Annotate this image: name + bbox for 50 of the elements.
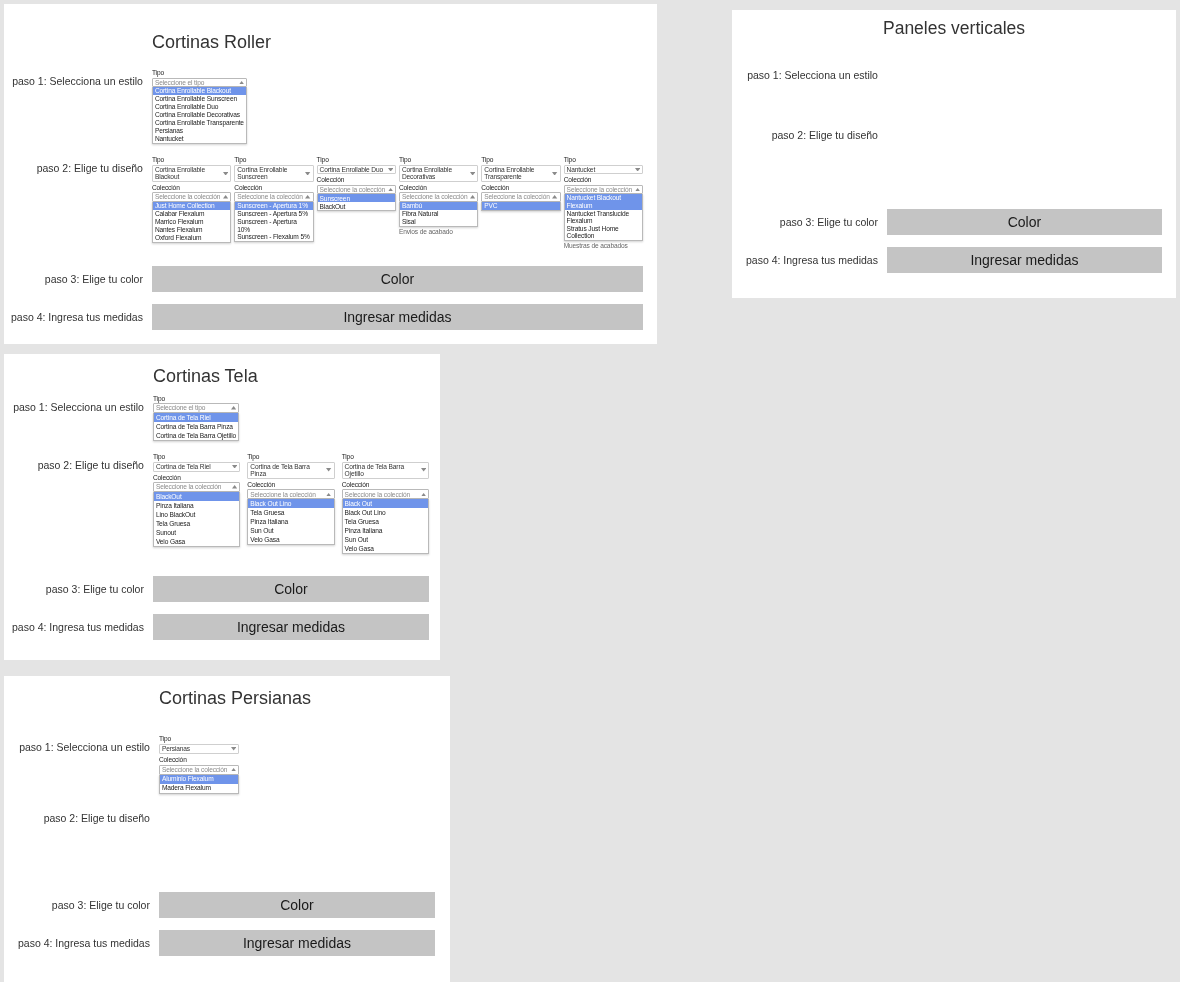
panel-title: Paneles verticales (882, 17, 1026, 39)
color-button[interactable]: Color (886, 209, 1162, 235)
caret-icon (232, 485, 238, 490)
caret-icon (326, 492, 332, 497)
caret-icon (238, 80, 244, 85)
caret-icon (230, 767, 236, 772)
panel-title: Cortinas Persianas (158, 687, 312, 710)
caret-icon (223, 195, 229, 200)
caret-icon (634, 187, 640, 192)
caret-icon (223, 171, 229, 176)
color-button[interactable]: Color (151, 265, 643, 292)
caret-icon (552, 195, 558, 200)
caret-icon (326, 468, 332, 473)
caret-icon (305, 195, 311, 200)
step-label: paso 2: Elige tu diseño (36, 458, 144, 473)
caret-icon (470, 171, 476, 176)
caret-icon (420, 468, 427, 473)
caret-icon (230, 406, 237, 410)
caret-icon (470, 195, 476, 200)
step-label: paso 1: Selecciona un estilo (18, 740, 150, 755)
caret-icon (634, 167, 640, 172)
step-label: paso 4: Ingresa tus medidas (18, 935, 150, 950)
step-label: paso 3: Elige tu color (50, 897, 150, 912)
step-label: paso 1: Selecciona un estilo (11, 74, 143, 88)
measures-button[interactable]: Ingresar medidas (158, 929, 435, 956)
caret-icon (387, 167, 393, 172)
color-button[interactable]: Color (158, 891, 435, 918)
step-label: paso 3: Elige tu color (43, 271, 143, 286)
step-label: paso 1: Selecciona un estilo (12, 399, 144, 414)
caret-icon (305, 171, 311, 176)
step-label: paso 4: Ingresa tus medidas (12, 620, 144, 635)
step-label: paso 3: Elige tu color (44, 582, 144, 597)
caret-icon (552, 171, 558, 176)
step-label: paso 2: Elige tu diseño (35, 161, 143, 176)
step-label: paso 2: Elige tu diseño (770, 128, 878, 142)
caret-icon (387, 187, 393, 192)
panel-title: Cortinas Tela (152, 364, 259, 387)
caret-icon (230, 747, 236, 751)
panel-title: Cortinas Roller (151, 31, 272, 53)
step-label: paso 3: Elige tu color (778, 215, 878, 229)
caret-icon (232, 464, 238, 469)
step-label: paso 4: Ingresa tus medidas (746, 253, 878, 267)
measures-button[interactable]: Ingresar medidas (151, 303, 643, 330)
measures-button[interactable]: Ingresar medidas (886, 247, 1162, 273)
step-label: paso 2: Elige tu diseño (42, 810, 150, 825)
step-label: paso 1: Selecciona un estilo (746, 68, 878, 82)
step-label: paso 4: Ingresa tus medidas (11, 309, 143, 324)
color-button[interactable]: Color (152, 576, 429, 603)
caret-icon (420, 492, 427, 497)
measures-button[interactable]: Ingresar medidas (152, 614, 429, 641)
